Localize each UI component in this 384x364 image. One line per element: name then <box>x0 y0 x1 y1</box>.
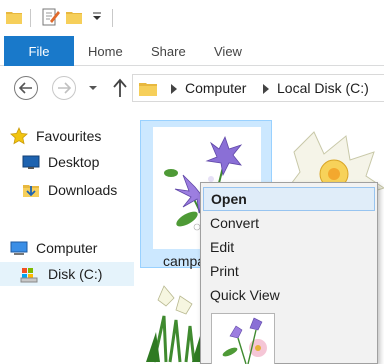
menu-item-print[interactable]: Print <box>203 259 375 283</box>
nav-item-favourites[interactable]: Favourites <box>0 124 134 148</box>
desktop-icon <box>22 155 40 169</box>
tab-file[interactable]: File <box>4 36 74 66</box>
context-menu: Open Convert Edit Print Quick View <box>200 182 378 364</box>
nav-item-desktop[interactable]: Desktop <box>0 150 134 174</box>
customize-dropdown-icon[interactable] <box>92 10 102 24</box>
properties-icon[interactable] <box>42 7 60 27</box>
forward-button[interactable] <box>52 76 76 100</box>
address-bar[interactable]: Computer Local Disk (C:) <box>132 74 384 102</box>
nav-item-computer[interactable]: Computer <box>0 236 134 260</box>
menu-item-convert[interactable]: Convert <box>203 211 375 235</box>
back-button[interactable] <box>14 76 38 100</box>
recent-locations-dropdown-icon[interactable] <box>88 84 98 92</box>
arrow-right-icon <box>58 82 71 94</box>
nav-item-label: Downloads <box>48 182 118 198</box>
folder-icon[interactable] <box>6 10 22 24</box>
up-arrow-icon[interactable] <box>112 78 128 98</box>
tab-home[interactable]: Home <box>88 36 123 66</box>
star-icon <box>10 127 28 145</box>
flower-preview-icon <box>222 317 267 364</box>
drive-icon <box>20 268 38 283</box>
menu-item-quick-view[interactable]: Quick View <box>203 283 375 307</box>
chevron-right-icon[interactable] <box>263 84 269 94</box>
lily-image-icon <box>146 285 202 363</box>
menu-item-edit[interactable]: Edit <box>203 235 375 259</box>
nav-item-label: Favourites <box>36 128 102 144</box>
tab-view[interactable]: View <box>214 36 242 66</box>
downloads-icon <box>23 185 39 197</box>
nav-item-label: Computer <box>36 240 98 256</box>
ribbon-tabs: File Home Share View <box>0 36 384 66</box>
nav-item-downloads[interactable]: Downloads <box>0 178 134 202</box>
navigation-pane: Favourites Desktop Downloads Computer Di… <box>0 110 134 364</box>
chevron-right-icon[interactable] <box>171 84 177 94</box>
navigation-bar: Computer Local Disk (C:) <box>0 66 384 110</box>
tab-share[interactable]: Share <box>151 36 186 66</box>
nav-item-label: Desktop <box>48 154 100 170</box>
toolbar-separator <box>30 9 31 27</box>
quick-access-toolbar <box>0 0 384 36</box>
toolbar-separator <box>112 9 113 27</box>
computer-icon <box>10 241 28 255</box>
folder-icon <box>139 83 157 96</box>
nav-item-disk-c[interactable]: Disk (C:) <box>0 262 134 286</box>
breadcrumb-local-disk[interactable]: Local Disk (C:) <box>277 80 369 96</box>
new-folder-icon[interactable] <box>66 10 84 24</box>
file-name-label: campa <box>163 253 206 269</box>
arrow-left-icon <box>19 82 32 94</box>
menu-item-open[interactable]: Open <box>203 187 375 211</box>
nav-item-label: Disk (C:) <box>48 266 103 282</box>
breadcrumb-computer[interactable]: Computer <box>185 80 246 96</box>
quick-view-preview[interactable] <box>211 313 275 364</box>
